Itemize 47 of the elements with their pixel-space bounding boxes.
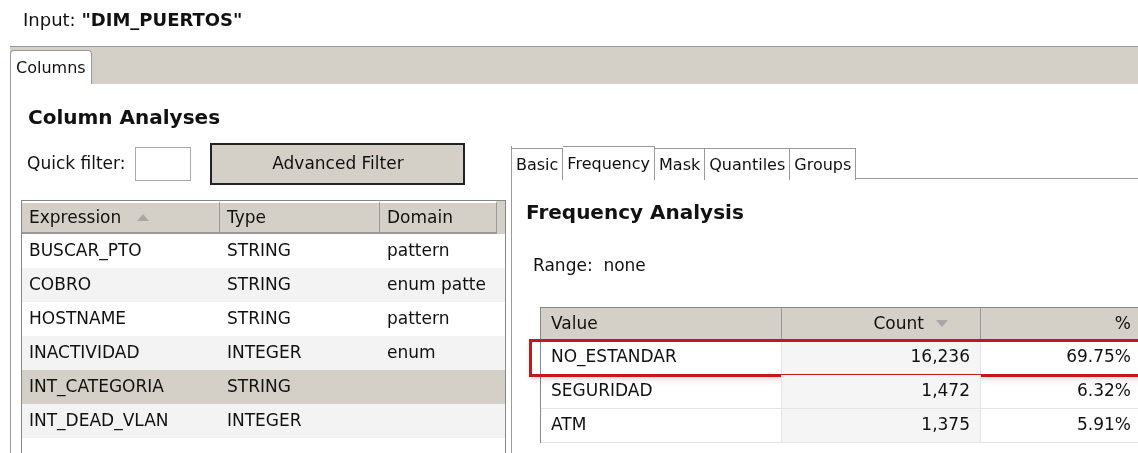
analysis-tab[interactable]: Quantiles xyxy=(705,148,791,180)
sort-descending-icon xyxy=(936,320,948,327)
table-cell-text: ATM xyxy=(551,413,587,437)
table-cell: BUSCAR_PTO xyxy=(29,240,142,261)
table-row[interactable]: INT_DEAD_VLAN INTEGER xyxy=(22,404,505,438)
table-cell: INTEGER xyxy=(227,410,302,431)
quick-filter-label: Quick filter: xyxy=(27,152,126,176)
analysis-tab[interactable]: Mask xyxy=(655,148,706,180)
table-cell: COBRO xyxy=(29,274,92,295)
columns-tab[interactable]: Columns xyxy=(10,50,92,84)
table-cell-text: 1,472 xyxy=(921,379,970,403)
table-cell: STRING xyxy=(227,240,291,261)
table-cell: pattern xyxy=(387,308,450,329)
column-header[interactable]: Count xyxy=(782,307,981,341)
range-text: Range: none xyxy=(532,254,647,277)
sort-ascending-icon xyxy=(137,214,150,221)
section-title: Column Analyses xyxy=(27,104,222,131)
analysis-tab[interactable]: Groups xyxy=(790,148,857,180)
table-cell-text: NO_ESTANDAR xyxy=(551,345,677,369)
table-cell: pattern xyxy=(387,240,450,261)
table-cell-text: 6.32% xyxy=(1077,379,1131,403)
table-row[interactable]: INT_CATEGORIA STRING xyxy=(22,370,505,404)
column-header[interactable]: % xyxy=(981,307,1138,341)
table-cell: STRING xyxy=(227,308,291,329)
table-cell-text: 69.75% xyxy=(1066,345,1131,369)
table-cell: INT_DEAD_VLAN xyxy=(29,410,169,431)
table-cell: enum patte xyxy=(387,274,486,295)
column-header[interactable]: Value xyxy=(541,307,782,341)
table-cell: STRING xyxy=(227,376,291,397)
table-cell: INTEGER xyxy=(227,342,302,363)
analysis-tab[interactable]: Frequency xyxy=(563,146,655,180)
table-cell-text: SEGURIDAD xyxy=(551,379,653,403)
table-row[interactable]: COBRO STRING enum patte xyxy=(22,268,505,302)
analysis-tab[interactable]: Basic xyxy=(512,148,564,180)
quick-filter-field[interactable] xyxy=(135,147,192,181)
section-title: Frequency Analysis xyxy=(525,199,745,226)
table-cell-text: 5.91% xyxy=(1077,413,1131,437)
table-cell: INT_CATEGORIA xyxy=(29,376,164,397)
table-cell: STRING xyxy=(227,274,291,295)
table-row[interactable]: INACTIVIDAD INTEGER enum xyxy=(22,336,505,370)
table-cell-text: 16,236 xyxy=(910,345,970,369)
table-cell: HOSTNAME xyxy=(29,308,127,329)
input-title: Input: "DIM_PUERTOS" xyxy=(23,9,243,30)
advanced-filter-button[interactable]: Advanced Filter xyxy=(210,143,466,185)
table-cell: enum xyxy=(387,342,436,363)
table-cell: INACTIVIDAD xyxy=(29,342,140,363)
table-cell-text: 1,375 xyxy=(921,413,970,437)
